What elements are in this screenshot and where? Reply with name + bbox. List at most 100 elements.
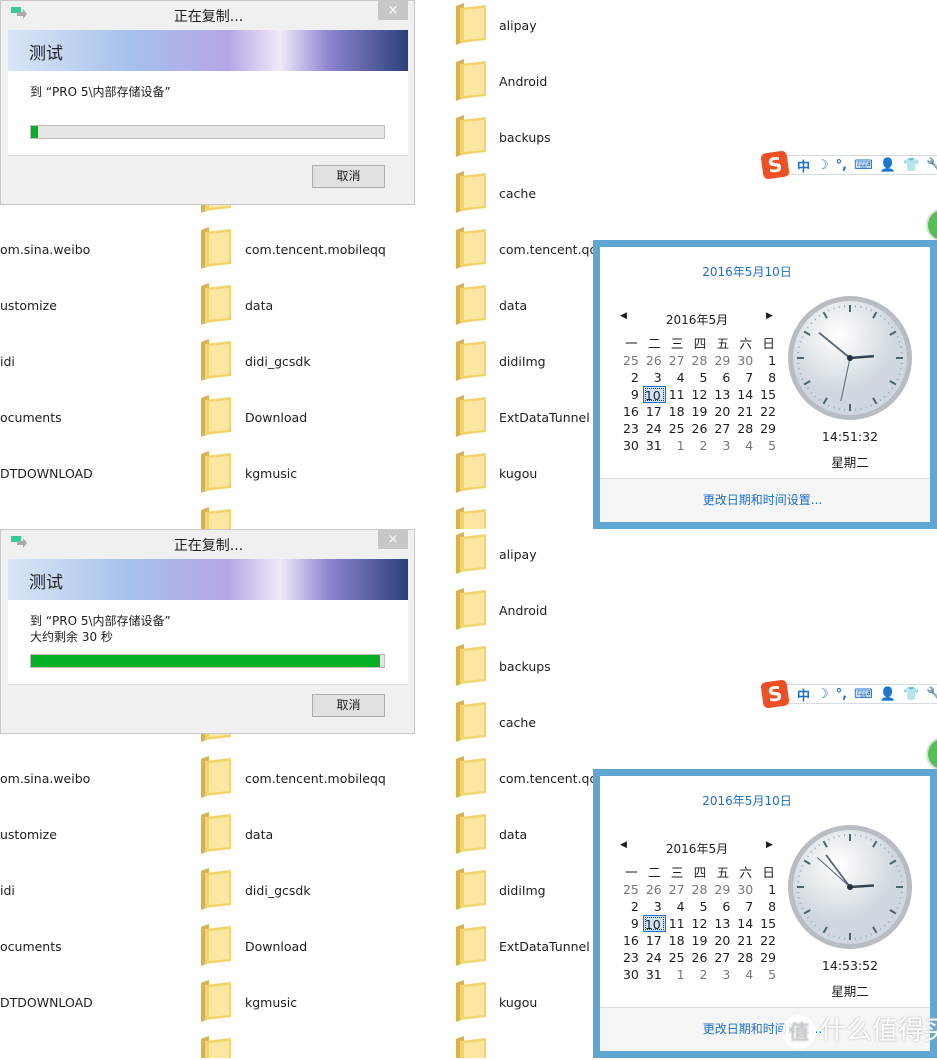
day-cell[interactable]: 20 (711, 932, 734, 949)
sogou-logo[interactable]: S (760, 679, 790, 709)
day-cell[interactable]: 7 (734, 369, 757, 386)
day-cell[interactable]: 31 (643, 966, 666, 983)
day-cell[interactable]: 10 (642, 915, 666, 932)
ime-item-icon[interactable]: 🔧 (926, 158, 937, 173)
calendar-date-link[interactable]: 2016年5月10日 (582, 263, 912, 280)
day-cell[interactable]: 15 (757, 386, 780, 403)
day-cell[interactable]: 14 (734, 915, 757, 932)
day-cell[interactable]: 29 (711, 881, 734, 898)
close-button[interactable]: × (378, 1, 408, 20)
day-cell[interactable]: 2 (689, 966, 712, 983)
day-cell[interactable]: 25 (620, 881, 643, 898)
day-cell[interactable]: 30 (734, 352, 757, 369)
day-cell[interactable]: 27 (666, 881, 689, 898)
day-cell[interactable]: 3 (643, 898, 666, 915)
day-cell[interactable]: 5 (689, 369, 712, 386)
day-cell[interactable]: 12 (689, 915, 712, 932)
ime-item-icon[interactable]: ⌨ (854, 687, 873, 702)
close-button[interactable]: × (378, 530, 408, 549)
day-cell[interactable]: 13 (711, 386, 734, 403)
day-cell[interactable]: 30 (734, 881, 757, 898)
ime-item-icon[interactable]: 👤 (880, 158, 896, 173)
change-datetime-settings-link[interactable]: 更改日期和时间设置... (600, 478, 930, 522)
day-cell[interactable]: 5 (757, 437, 780, 454)
day-cell[interactable]: 12 (689, 386, 712, 403)
ime-item-icon[interactable]: °, (836, 687, 847, 702)
day-cell[interactable]: 6 (711, 369, 734, 386)
day-cell[interactable]: 26 (643, 881, 666, 898)
day-cell[interactable]: 16 (620, 403, 643, 420)
day-cell[interactable]: 20 (711, 403, 734, 420)
day-cell[interactable]: 10 (642, 386, 666, 403)
ime-item-icon[interactable]: ⌨ (854, 158, 873, 173)
day-cell[interactable]: 26 (689, 949, 712, 966)
day-cell[interactable]: 13 (711, 915, 734, 932)
day-cell[interactable]: 21 (734, 932, 757, 949)
day-cell[interactable]: 4 (734, 437, 757, 454)
day-cell[interactable]: 15 (757, 915, 780, 932)
day-cell[interactable]: 1 (666, 966, 689, 983)
day-cell[interactable]: 17 (643, 403, 666, 420)
day-cell[interactable]: 24 (643, 420, 666, 437)
month-header[interactable]: 2016年5月 (620, 840, 774, 857)
day-cell[interactable]: 21 (734, 403, 757, 420)
day-cell[interactable]: 19 (689, 932, 712, 949)
day-cell[interactable]: 7 (734, 898, 757, 915)
day-cell[interactable]: 1 (757, 352, 780, 369)
day-cell[interactable]: 3 (711, 437, 734, 454)
day-cell[interactable]: 27 (711, 949, 734, 966)
day-cell[interactable]: 30 (620, 437, 643, 454)
day-cell[interactable]: 14 (734, 386, 757, 403)
day-cell[interactable]: 16 (620, 932, 643, 949)
ime-item-icon[interactable]: 👕 (903, 687, 919, 702)
ime-item-icon[interactable]: ☽ (817, 687, 829, 702)
day-cell[interactable]: 5 (689, 898, 712, 915)
day-cell[interactable]: 1 (757, 881, 780, 898)
day-cell[interactable]: 19 (689, 403, 712, 420)
day-cell[interactable]: 4 (666, 898, 689, 915)
day-cell[interactable]: 2 (620, 898, 643, 915)
day-cell[interactable]: 29 (757, 420, 780, 437)
day-cell[interactable]: 2 (689, 437, 712, 454)
day-cell[interactable]: 25 (666, 420, 689, 437)
sogou-logo[interactable]: S (760, 150, 790, 180)
day-cell[interactable]: 26 (689, 420, 712, 437)
ime-item-icon[interactable]: 中 (797, 156, 810, 175)
day-cell[interactable]: 31 (643, 437, 666, 454)
day-cell[interactable]: 30 (620, 966, 643, 983)
day-cell[interactable]: 22 (757, 932, 780, 949)
day-cell[interactable]: 18 (666, 403, 689, 420)
day-cell[interactable]: 5 (757, 966, 780, 983)
day-cell[interactable]: 27 (666, 352, 689, 369)
day-cell[interactable]: 9 (620, 915, 643, 932)
day-cell[interactable]: 9 (620, 386, 643, 403)
ime-item-icon[interactable]: ☽ (817, 158, 829, 173)
day-cell[interactable]: 22 (757, 403, 780, 420)
day-cell[interactable]: 8 (757, 898, 780, 915)
ime-item-icon[interactable]: 👤 (880, 687, 896, 702)
day-cell[interactable]: 25 (666, 949, 689, 966)
day-cell[interactable]: 24 (643, 949, 666, 966)
day-cell[interactable]: 8 (757, 369, 780, 386)
day-cell[interactable]: 26 (643, 352, 666, 369)
day-cell[interactable]: 29 (757, 949, 780, 966)
day-cell[interactable]: 1 (666, 437, 689, 454)
day-cell[interactable]: 11 (666, 915, 689, 932)
ime-item-icon[interactable]: 🔧 (926, 687, 937, 702)
ime-item-icon[interactable]: 👕 (903, 158, 919, 173)
day-cell[interactable]: 28 (734, 949, 757, 966)
calendar-date-link[interactable]: 2016年5月10日 (582, 792, 912, 809)
day-cell[interactable]: 28 (734, 420, 757, 437)
day-cell[interactable]: 27 (711, 420, 734, 437)
day-cell[interactable]: 29 (711, 352, 734, 369)
cancel-button[interactable]: 取消 (312, 165, 385, 188)
day-cell[interactable]: 18 (666, 932, 689, 949)
day-cell[interactable]: 6 (711, 898, 734, 915)
day-cell[interactable]: 11 (666, 386, 689, 403)
cancel-button[interactable]: 取消 (312, 694, 385, 717)
day-cell[interactable]: 3 (711, 966, 734, 983)
ime-item-icon[interactable]: 中 (797, 685, 810, 704)
day-cell[interactable]: 28 (689, 352, 712, 369)
day-cell[interactable]: 23 (620, 420, 643, 437)
day-cell[interactable]: 23 (620, 949, 643, 966)
